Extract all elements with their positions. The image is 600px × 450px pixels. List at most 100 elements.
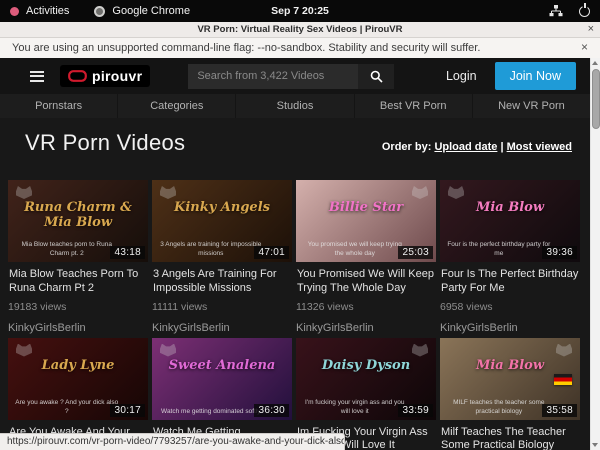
video-duration-badge: 30:17 — [110, 404, 145, 417]
search-icon — [370, 70, 383, 83]
video-card: Runa Charm & Mia Blow Mia Blow teaches p… — [8, 180, 148, 334]
video-views: 6958 views — [440, 301, 580, 313]
studio-cat-watermark-icon — [16, 344, 32, 357]
thumb-caption: You promised we will keep trying the who… — [303, 241, 407, 259]
thumb-overlay-title: Kinky Angels — [152, 201, 292, 215]
warning-message: You are using an unsupported command-lin… — [12, 42, 480, 54]
video-thumbnail[interactable]: Runa Charm & Mia Blow Mia Blow teaches p… — [8, 180, 148, 262]
app-menu-button[interactable]: Google Chrome — [112, 5, 190, 17]
login-link[interactable]: Login — [446, 69, 477, 83]
thumb-caption: MILF teaches the teacher some practical … — [447, 399, 551, 417]
window-title-bar: VR Porn: Virtual Reality Sex Videos | Pi… — [0, 22, 600, 38]
video-grid: Runa Charm & Mia Blow Mia Blow teaches p… — [0, 180, 590, 450]
thumb-caption: Are you awake ? And your dick also ? — [15, 399, 119, 417]
video-title-link[interactable]: 3 Angels Are Training For Impossible Mis… — [153, 268, 291, 296]
chrome-app-icon — [94, 6, 105, 17]
nav-item-categories[interactable]: Categories — [117, 94, 235, 118]
thumb-overlay-title: Runa Charm & Mia Blow — [8, 201, 148, 230]
thumb-overlay-title: Lady Lyne — [8, 359, 148, 373]
hamburger-menu-icon[interactable] — [30, 71, 44, 82]
video-card: Kinky Angels 3 Angels are training for i… — [152, 180, 292, 334]
join-now-button[interactable]: Join Now — [495, 62, 576, 90]
site-logo[interactable]: pirouvr — [60, 65, 150, 87]
order-by-most-viewed-link[interactable]: Most viewed — [507, 141, 572, 153]
thumb-overlay-title: Mia Blow — [440, 359, 580, 373]
video-title-link[interactable]: You Promised We Will Keep Trying The Who… — [297, 268, 435, 296]
nav-item-best-vr-porn[interactable]: Best VR Porn — [354, 94, 472, 118]
video-thumbnail[interactable]: Sweet Analena Watch me getting dominated… — [152, 338, 292, 420]
video-card: Mia Blow Four is the perfect birthday pa… — [440, 180, 580, 334]
thumb-caption: I'm fucking your virgin ass and you will… — [303, 399, 407, 417]
order-by-controls: Order by: Upload date | Most viewed — [382, 141, 572, 153]
page-title: VR Porn Videos — [25, 130, 185, 156]
site-header: pirouvr Login Join Now — [0, 58, 590, 94]
video-duration-badge: 39:36 — [542, 246, 577, 259]
thumb-caption: Mia Blow teaches porn to Runa Charm pt. … — [15, 241, 119, 259]
video-thumbnail[interactable]: Daisy Dyson I'm fucking your virgin ass … — [296, 338, 436, 420]
thumb-caption: 3 Angels are training for impossible mis… — [159, 241, 263, 259]
video-studio-link[interactable]: KinkyGirlsBerlin — [440, 322, 580, 334]
nav-item-new-vr-porn[interactable]: New VR Porn — [472, 94, 590, 118]
video-duration-badge: 47:01 — [254, 246, 289, 259]
video-studio-link[interactable]: KinkyGirlsBerlin — [296, 322, 436, 334]
scrollbar-down-arrow-icon[interactable] — [592, 443, 598, 447]
nav-item-pornstars[interactable]: Pornstars — [0, 94, 117, 118]
studio-cat-watermark-icon — [556, 344, 572, 357]
window-close-icon[interactable]: × — [588, 23, 594, 35]
video-views: 11111 views — [152, 301, 292, 313]
studio-cat-watermark-icon — [448, 186, 464, 199]
video-duration-badge: 35:58 — [542, 404, 577, 417]
video-title-link[interactable]: Four Is The Perfect Birthday Party For M… — [441, 268, 579, 296]
german-flag-icon — [554, 374, 572, 385]
order-by-upload-date-link[interactable]: Upload date — [434, 141, 497, 153]
video-card: Mia Blow MILF teaches the teacher some p… — [440, 338, 580, 450]
power-icon[interactable] — [579, 6, 590, 17]
video-studio-link[interactable]: KinkyGirlsBerlin — [152, 322, 292, 334]
system-top-bar: Activities Google Chrome Sep 7 20:25 — [0, 0, 600, 22]
video-title-link[interactable]: Mia Blow Teaches Porn To Runa Charm Pt 2 — [9, 268, 147, 296]
studio-cat-watermark-icon — [16, 186, 32, 199]
scrollbar-thumb[interactable] — [592, 69, 600, 129]
video-duration-badge: 43:18 — [110, 246, 145, 259]
thumb-overlay-title: Daisy Dyson — [296, 359, 436, 373]
video-duration-badge: 36:30 — [254, 404, 289, 417]
video-views: 11326 views — [296, 301, 436, 313]
browser-viewport: pirouvr Login Join Now Pornstars Categor… — [0, 58, 600, 450]
link-preview-status-bar: https://pirouvr.com/vr-porn-video/779325… — [0, 433, 345, 450]
studio-cat-watermark-icon — [160, 186, 176, 199]
chrome-warning-bar: You are using an unsupported command-lin… — [0, 38, 600, 58]
studio-cat-watermark-icon — [412, 186, 428, 199]
scrollbar-up-arrow-icon[interactable] — [592, 61, 598, 65]
activities-indicator-icon — [10, 7, 19, 16]
network-icon[interactable] — [549, 5, 563, 17]
nav-item-studios[interactable]: Studios — [235, 94, 353, 118]
clock[interactable]: Sep 7 20:25 — [271, 0, 329, 22]
video-duration-badge: 25:03 — [398, 246, 433, 259]
video-thumbnail[interactable]: Kinky Angels 3 Angels are training for i… — [152, 180, 292, 262]
thumb-overlay-title: Billie Star — [296, 201, 436, 215]
video-views: 19183 views — [8, 301, 148, 313]
site-logo-text: pirouvr — [92, 69, 142, 83]
search-button[interactable] — [358, 64, 394, 89]
vr-headset-icon — [68, 70, 87, 82]
video-card: Billie Star You promised we will keep tr… — [296, 180, 436, 334]
activities-button[interactable]: Activities — [26, 5, 69, 17]
video-thumbnail[interactable]: Lady Lyne Are you awake ? And your dick … — [8, 338, 148, 420]
video-thumbnail[interactable]: Billie Star You promised we will keep tr… — [296, 180, 436, 262]
studio-cat-watermark-icon — [412, 344, 428, 357]
search-input[interactable] — [188, 64, 358, 89]
studio-cat-watermark-icon — [160, 344, 176, 357]
video-studio-link[interactable]: KinkyGirlsBerlin — [8, 322, 148, 334]
thumb-caption: Four is the perfect birthday party for m… — [447, 241, 551, 259]
thumb-overlay-title: Mia Blow — [440, 201, 580, 215]
video-title-link[interactable]: Milf Teaches The Teacher Some Practical … — [441, 426, 579, 450]
window-title: VR Porn: Virtual Reality Sex Videos | Pi… — [197, 24, 402, 35]
warning-close-icon[interactable]: × — [581, 40, 588, 54]
order-by-label: Order by: — [382, 141, 432, 153]
thumb-caption: Watch me getting dominated softly — [159, 408, 263, 417]
order-by-separator: | — [500, 141, 503, 153]
video-thumbnail[interactable]: Mia Blow Four is the perfect birthday pa… — [440, 180, 580, 262]
video-thumbnail[interactable]: Mia Blow MILF teaches the teacher some p… — [440, 338, 580, 420]
scrollbar[interactable] — [590, 58, 600, 450]
site-nav: Pornstars Categories Studios Best VR Por… — [0, 94, 590, 118]
